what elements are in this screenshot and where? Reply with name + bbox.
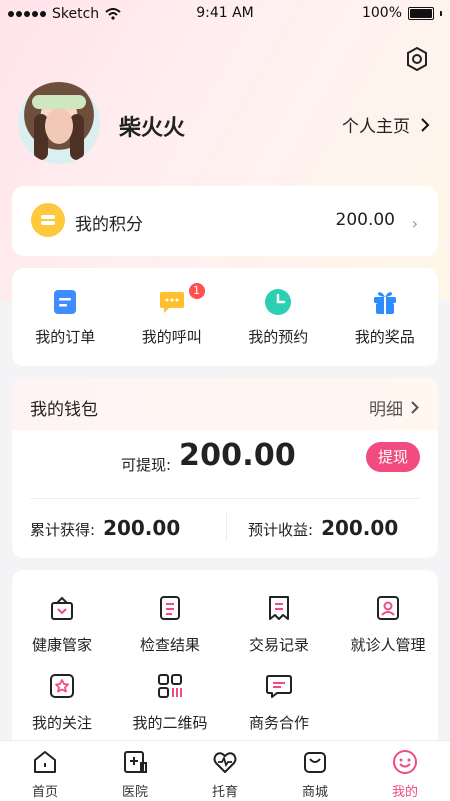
notification-badge: 1 [188, 283, 205, 299]
points-label: 我的积分 [75, 215, 143, 235]
chevron-right-icon: › [411, 214, 418, 233]
shop-icon [304, 752, 326, 773]
tab-label: 托育 [211, 785, 238, 800]
shortcut-label: 我的订单 [35, 328, 96, 346]
bottom-tab-bar: 首页 医院 托育 商城 我的 [0, 740, 450, 801]
tab-hospital[interactable]: 医院 [90, 741, 180, 801]
service-business-cooperation[interactable]: 商务合作 [229, 672, 329, 733]
shortcut-label: 我的呼叫 [141, 328, 202, 346]
total-earned-label: 累计获得: [30, 521, 96, 539]
service-patient-management[interactable]: 就诊人管理 [338, 594, 438, 655]
service-check-results[interactable]: 检查结果 [120, 594, 220, 655]
my-calls-shortcut[interactable]: 1 我的呼叫 [119, 268, 226, 366]
tab-shop[interactable]: 商城 [270, 741, 360, 801]
withdraw-button[interactable]: 提现 [366, 442, 420, 472]
personal-homepage-label: 个人主页 [342, 117, 410, 137]
battery-icon [408, 6, 434, 20]
settings-icon[interactable] [404, 46, 430, 72]
battery-tip [440, 10, 442, 16]
chevron-right-icon [411, 401, 419, 414]
wallet-detail-link[interactable]: 明细 [369, 395, 419, 420]
total-earned: 累计获得: 200.00 [30, 516, 180, 540]
points-value: 200.00 [335, 210, 395, 230]
hospital-icon [124, 751, 147, 773]
service-label: 就诊人管理 [350, 636, 426, 654]
service-health-manager[interactable]: 健康管家 [12, 594, 112, 655]
qrcode-icon [158, 674, 182, 698]
shortcut-label: 我的奖品 [354, 328, 415, 346]
status-bar: Sketch 9:41 AM 100% [0, 0, 450, 28]
battery-status: 100% [362, 5, 442, 21]
tab-label: 医院 [121, 785, 148, 800]
estimated-income: 预计收益: 200.00 [248, 516, 398, 540]
service-label: 健康管家 [31, 636, 92, 654]
wallet-detail-label: 明细 [369, 400, 403, 420]
service-label: 商务合作 [248, 714, 309, 732]
health-manager-icon [51, 596, 73, 620]
transaction-icon [269, 596, 289, 620]
tab-label: 我的 [391, 785, 418, 800]
personal-homepage-link[interactable]: 个人主页 [342, 112, 430, 137]
withdrawable-label: 可提现: [121, 456, 172, 474]
wallet-divider [30, 498, 420, 499]
chat-icon [159, 292, 184, 313]
service-label: 我的关注 [31, 714, 92, 732]
wallet-title: 我的钱包 [30, 400, 98, 420]
points-card[interactable]: 我的积分 200.00 › [12, 186, 438, 256]
service-transaction-records[interactable]: 交易记录 [229, 594, 329, 655]
tab-home[interactable]: 首页 [0, 741, 90, 801]
heart-pulse-icon [213, 752, 237, 773]
my-prizes-shortcut[interactable]: 我的奖品 [332, 268, 439, 366]
service-my-follows[interactable]: 我的关注 [12, 672, 112, 733]
wallet-vertical-divider [226, 513, 227, 541]
my-appointments-shortcut[interactable]: 我的预约 [225, 268, 332, 366]
shortcut-grid: 我的订单 1 我的呼叫 我的预约 我的奖品 [12, 268, 438, 366]
service-my-qrcode[interactable]: 我的二维码 [120, 672, 220, 733]
tab-label: 首页 [31, 785, 58, 800]
service-label: 交易记录 [248, 636, 309, 654]
tab-childcare[interactable]: 托育 [180, 741, 270, 801]
withdrawable-amount: 200.00 [179, 438, 296, 473]
estimated-income-value: 200.00 [321, 516, 399, 540]
avatar-headband [32, 95, 86, 109]
smile-icon [393, 750, 417, 774]
clock-icon [265, 289, 292, 315]
chevron-right-icon [421, 117, 430, 132]
service-label: 我的二维码 [132, 714, 208, 732]
service-label: 检查结果 [139, 636, 200, 654]
order-icon [54, 290, 77, 314]
follow-icon [50, 674, 74, 698]
report-icon [160, 596, 180, 620]
patient-icon [377, 596, 399, 620]
total-earned-value: 200.00 [103, 516, 181, 540]
estimated-income-label: 预计收益: [248, 521, 314, 539]
wallet-card: 我的钱包 明细 可提现: 200.00 提现 累计获得: 200.00 预计收益:… [12, 378, 438, 558]
battery-percentage: 100% [361, 5, 402, 21]
avatar-face [45, 108, 73, 144]
user-name: 柴火火 [119, 116, 186, 141]
cooperation-icon [266, 675, 292, 698]
my-orders-shortcut[interactable]: 我的订单 [12, 268, 119, 366]
tab-label: 商城 [301, 785, 328, 800]
gift-icon [373, 292, 396, 314]
home-icon [34, 751, 56, 773]
coin-icon [31, 203, 65, 237]
avatar[interactable] [18, 82, 100, 164]
tab-mine[interactable]: 我的 [360, 741, 450, 801]
services-grid: 健康管家 检查结果 交易记录 就诊人管理 我的关注 我的二维码 商务合作 [12, 570, 438, 750]
shortcut-label: 我的预约 [248, 328, 309, 346]
